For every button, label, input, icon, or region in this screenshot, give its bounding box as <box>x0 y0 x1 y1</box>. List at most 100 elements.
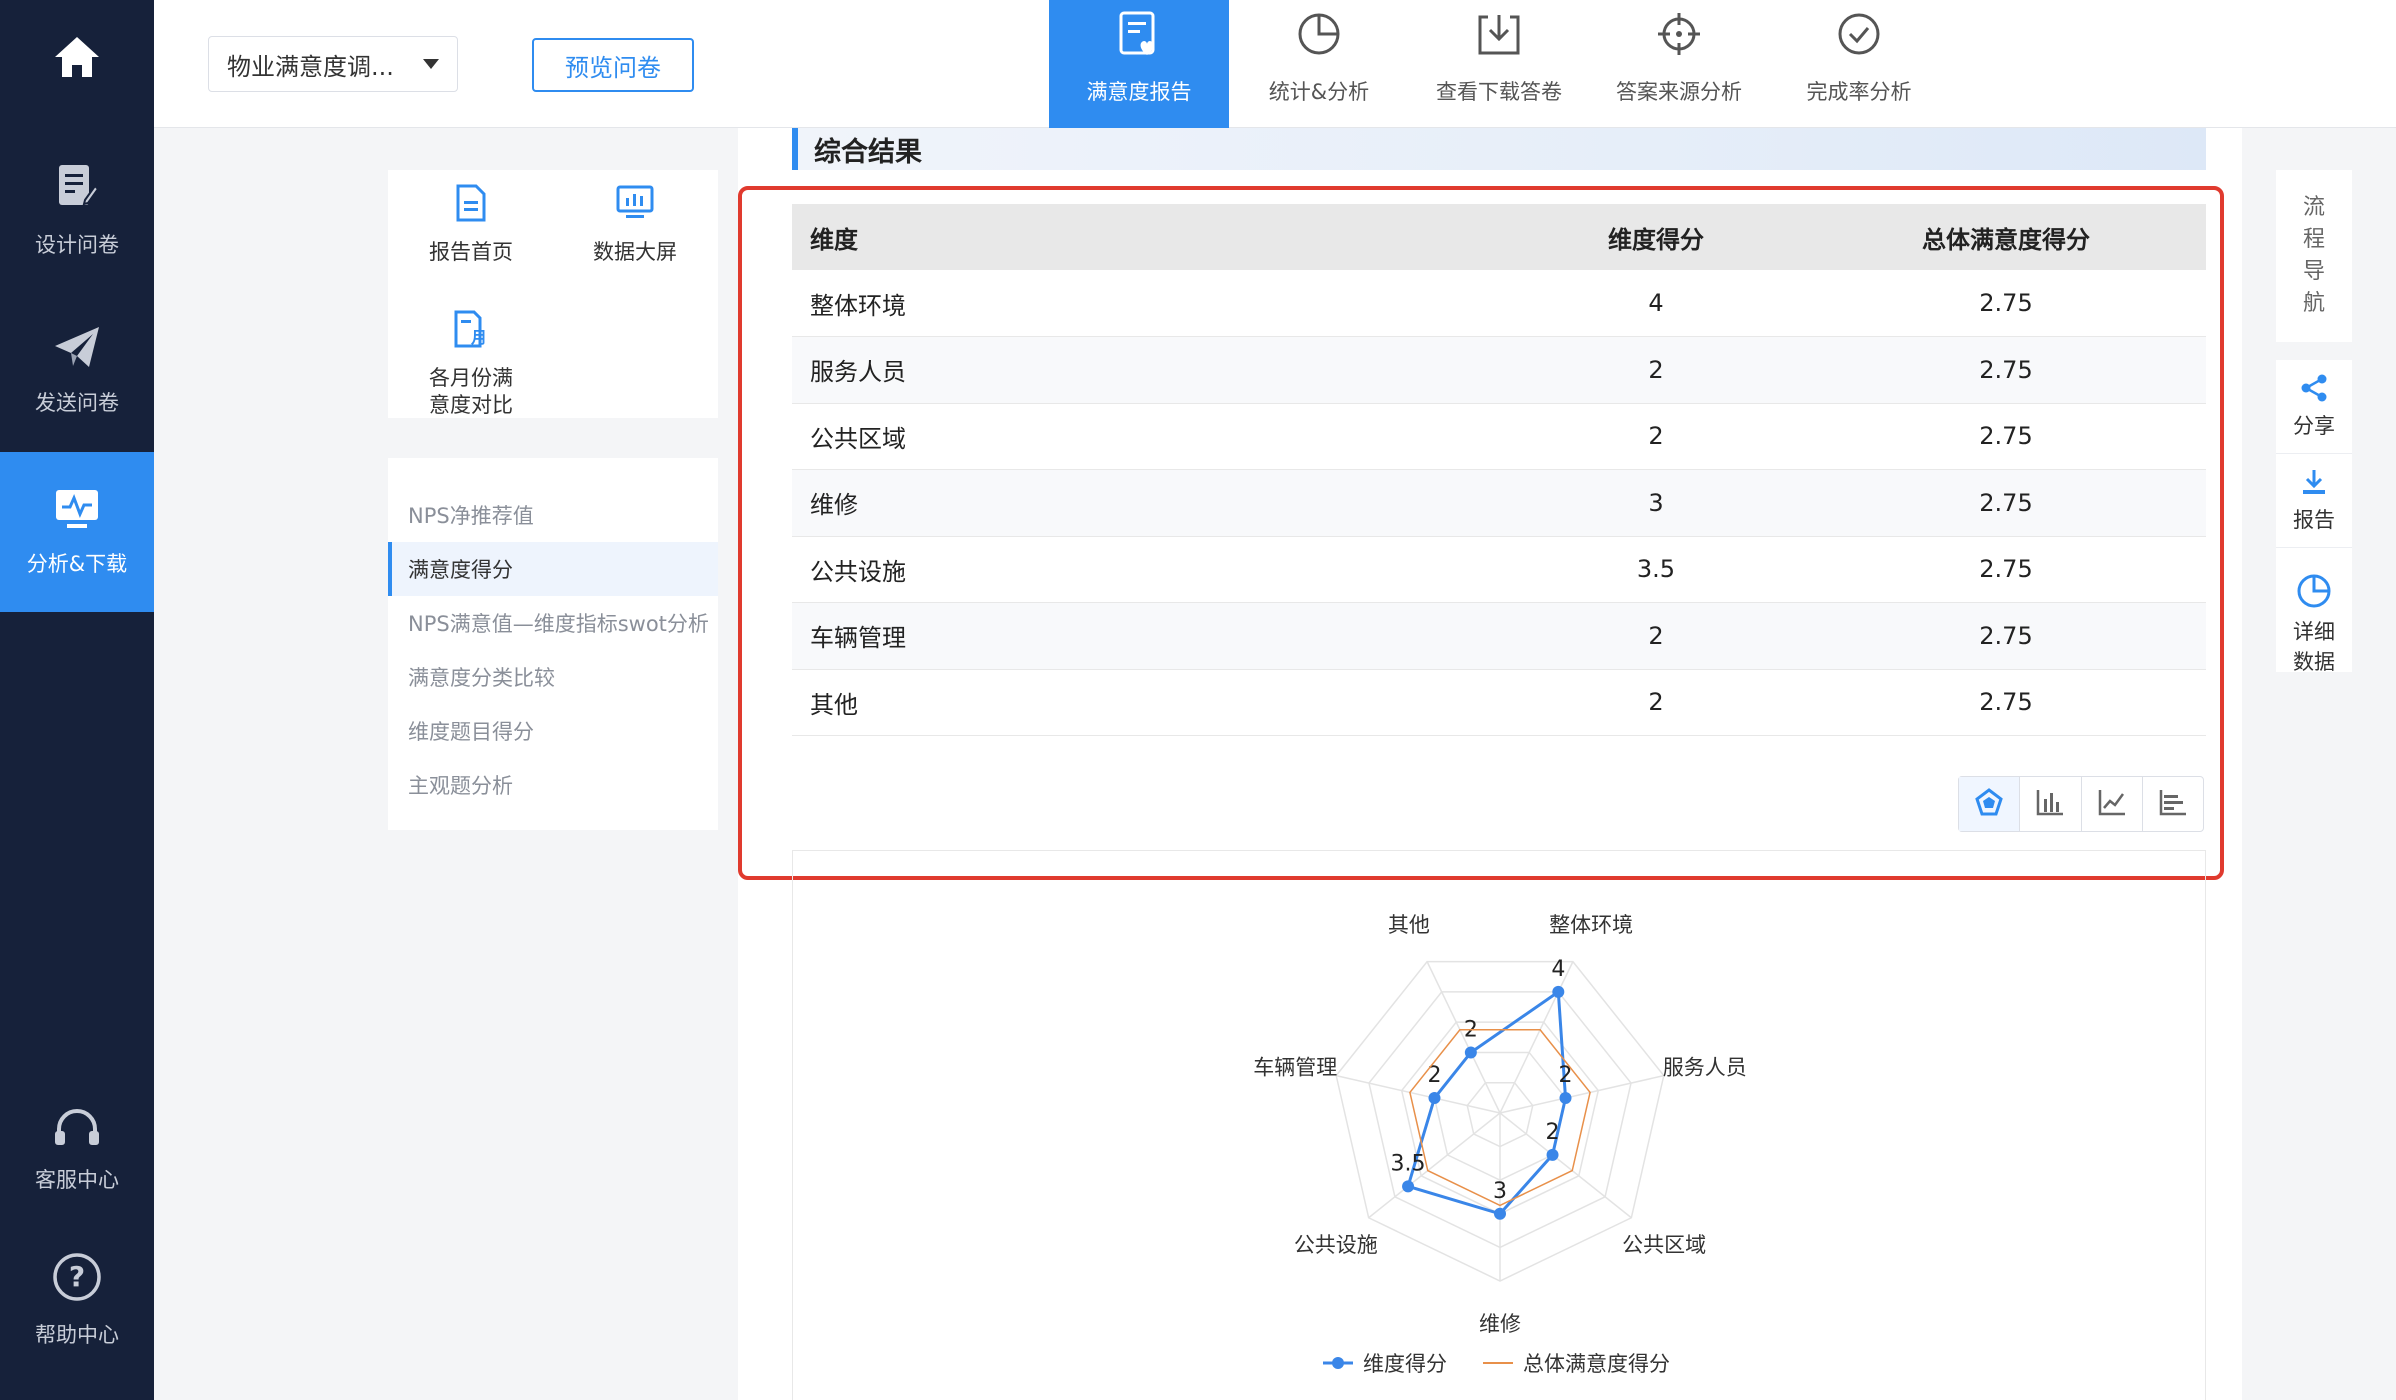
hbar-chart-icon <box>2158 787 2188 821</box>
nav-label: 发送问卷 <box>35 390 119 415</box>
tab-answer-source[interactable]: 答案来源分析 <box>1589 0 1769 128</box>
menu-item-nps-swot[interactable]: NPS满意值—维度指标swot分析 <box>388 596 718 650</box>
radar-axis-label: 公共区域 <box>1622 1233 1706 1257</box>
nav-send-survey[interactable]: 发送问卷 <box>0 290 154 450</box>
quick-link-label: 各月份满 意度对比 <box>429 366 513 417</box>
cell-score: 2 <box>1506 403 1806 470</box>
detailed-data-button[interactable]: 详细 数据 <box>2276 548 2352 674</box>
table-row: 车辆管理 2 2.75 <box>792 602 2206 670</box>
survey-select[interactable]: 物业满意度调... <box>208 36 458 92</box>
cell-overall: 2.75 <box>1806 336 2206 404</box>
tab-label: 满意度报告 <box>1086 80 1192 104</box>
quick-link-report-home[interactable]: 报告首页 <box>396 184 546 266</box>
crosshair-icon <box>1656 11 1702 76</box>
radar-data-point <box>1559 1092 1572 1105</box>
radar-axis-label: 维修 <box>1479 1312 1521 1336</box>
cell-score: 4 <box>1506 270 1806 337</box>
bar-chart-button[interactable] <box>2020 777 2082 831</box>
caret-down-icon <box>423 59 439 69</box>
legend-label: 总体满意度得分 <box>1523 1352 1670 1376</box>
tab-label: 答案来源分析 <box>1616 80 1742 104</box>
radar-data-label: 2 <box>1546 1120 1560 1145</box>
table-row: 其他 2 2.75 <box>792 669 2206 736</box>
table-row: 维修 3 2.75 <box>792 469 2206 537</box>
edit-doc-icon <box>55 162 100 229</box>
quick-link-data-screen[interactable]: 数据大屏 <box>560 184 710 266</box>
cell-dimension: 服务人员 <box>792 336 1506 404</box>
menu-item-nps[interactable]: NPS净推荐值 <box>388 488 718 542</box>
nav-label: 设计问卷 <box>35 232 119 257</box>
quick-links-panel: 报告首页 数据大屏 月 各月份满 意度对比 <box>388 170 718 418</box>
survey-select-value: 物业满意度调... <box>227 52 394 81</box>
table-header-row: 维度 维度得分 总体满意度得分 <box>792 204 2206 270</box>
menu-item-satisfaction-score[interactable]: 满意度得分 <box>388 542 718 596</box>
tool-label: 报告 <box>2293 507 2335 532</box>
tab-view-download-answers[interactable]: 查看下载答卷 <box>1409 0 1589 128</box>
quick-link-monthly-compare[interactable]: 月 各月份满 意度对比 <box>396 310 546 419</box>
nav-design-survey[interactable]: 设计问卷 <box>0 130 154 290</box>
menu-item-category-compare[interactable]: 满意度分类比较 <box>388 650 718 704</box>
header-dimension: 维度 <box>792 204 1506 270</box>
cell-overall: 2.75 <box>1806 536 2206 603</box>
legend-label: 维度得分 <box>1363 1352 1447 1376</box>
home-button[interactable] <box>0 0 154 130</box>
tab-label: 完成率分析 <box>1806 80 1912 104</box>
radar-data-point <box>1494 1207 1506 1220</box>
top-bar: 物业满意度调... 预览问卷 满意度报告 统计&分析 查看下载答卷 答案来源分析… <box>154 0 2396 128</box>
home-icon <box>51 33 103 98</box>
svg-text:?: ? <box>69 1260 85 1293</box>
radar-data-point <box>1464 1046 1477 1059</box>
cell-score: 2 <box>1506 336 1806 404</box>
radar-chart-icon <box>1974 787 2004 821</box>
quick-link-label: 报告首页 <box>429 240 513 264</box>
cell-score: 2 <box>1506 602 1806 670</box>
dimension-score-table: 维度 维度得分 总体满意度得分 整体环境 4 2.75 服务人员 2 2.75 公共区域… <box>792 204 2206 736</box>
right-tools-panel: 分享 报告 详细 数据 <box>2276 360 2352 674</box>
share-button[interactable]: 分享 <box>2276 360 2352 454</box>
cell-overall: 2.75 <box>1806 669 2206 736</box>
radar-axis-label: 车辆管理 <box>1253 1055 1337 1079</box>
radar-data-label: 3 <box>1493 1179 1507 1204</box>
menu-item-subjective-analysis[interactable]: 主观题分析 <box>388 758 718 812</box>
hbar-chart-button[interactable] <box>2143 777 2203 831</box>
tab-completion-rate[interactable]: 完成率分析 <box>1769 0 1949 128</box>
radar-chart-button[interactable] <box>1959 777 2021 831</box>
header-overall-score: 总体满意度得分 <box>1806 204 2206 270</box>
cell-overall: 2.75 <box>1806 602 2206 670</box>
paper-plane-icon <box>53 324 101 387</box>
process-nav-button[interactable]: 流 程 导 航 <box>2276 170 2352 342</box>
download-icon <box>2299 467 2329 505</box>
main-content: 综合结果 维度 维度得分 总体满意度得分 整体环境 4 2.75 服务人员 2 2.75… <box>738 128 2242 1400</box>
preview-survey-button[interactable]: 预览问卷 <box>532 38 694 92</box>
tab-satisfaction-report[interactable]: 满意度报告 <box>1049 0 1229 128</box>
cell-overall: 2.75 <box>1806 270 2206 337</box>
radar-data-point <box>1546 1148 1559 1161</box>
report-menu: NPS净推荐值 满意度得分 NPS满意值—维度指标swot分析 满意度分类比较 … <box>388 458 718 830</box>
download-report-button[interactable]: 报告 <box>2276 454 2352 548</box>
cell-dimension: 其他 <box>792 669 1506 736</box>
section-title: 综合结果 <box>792 128 2206 170</box>
share-icon <box>2299 373 2329 411</box>
tab-label: 查看下载答卷 <box>1436 80 1562 104</box>
pie-icon <box>2296 543 2332 617</box>
nav-help-center[interactable]: ? 帮助中心 <box>0 1220 154 1380</box>
chart-type-switch <box>1958 776 2204 832</box>
cell-overall: 2.75 <box>1806 403 2206 470</box>
quick-link-label: 数据大屏 <box>593 240 677 264</box>
radar-chart-container: 整体环境 服务人员 公共区域 维修 公共设施 车辆管理 其他 4 2 2 3 3.5 2 2 维度得分 总体满… <box>792 850 2206 1400</box>
menu-item-question-score[interactable]: 维度题目得分 <box>388 704 718 758</box>
cell-score: 2 <box>1506 669 1806 736</box>
nav-customer-service[interactable]: 客服中心 <box>0 1070 154 1230</box>
radar-data-label: 4 <box>1551 957 1565 982</box>
left-sidebar: 设计问卷 发送问卷 分析&下载 客服中心 ? 帮助中心 <box>0 0 154 1400</box>
monitor-chart-icon <box>53 487 101 548</box>
cell-dimension: 公共设施 <box>792 536 1506 603</box>
nav-analysis-download[interactable]: 分析&下载 <box>0 452 154 612</box>
tab-statistics-analysis[interactable]: 统计&分析 <box>1229 0 1409 128</box>
report-heart-icon <box>1117 11 1161 76</box>
legend-swatch-dot <box>1332 1357 1344 1369</box>
table-row: 服务人员 2 2.75 <box>792 336 2206 404</box>
radar-data-label: 3.5 <box>1391 1151 1426 1176</box>
line-chart-button[interactable] <box>2082 777 2143 831</box>
calendar-doc-icon: 月 <box>453 310 489 365</box>
